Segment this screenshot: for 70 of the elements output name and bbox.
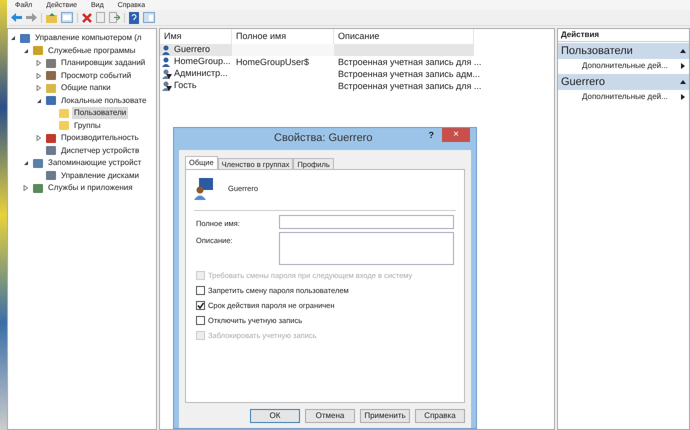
submenu-arrow-icon	[681, 63, 685, 69]
forward-arrow-icon[interactable]	[26, 13, 37, 22]
tree-node-icon	[46, 84, 56, 93]
dialog-button[interactable]: ОК	[250, 409, 300, 423]
text-field[interactable]	[279, 215, 454, 229]
properties-icon[interactable]	[96, 12, 105, 23]
submenu-arrow-icon	[681, 94, 685, 100]
tree-item[interactable]: Общие папки	[59, 82, 113, 94]
tree-item[interactable]: Служебные программы	[46, 44, 138, 57]
collapse-icon[interactable]	[10, 35, 17, 42]
delete-icon[interactable]	[82, 12, 92, 22]
tree-item[interactable]: Диспетчер устройств	[59, 144, 142, 157]
tree-node-icon	[46, 171, 56, 180]
panel-icon[interactable]	[61, 12, 73, 23]
dialog-button[interactable]: Отмена	[305, 409, 355, 423]
tree-node-icon	[46, 58, 56, 68]
tree-node-icon	[33, 184, 43, 193]
tree-item[interactable]: Группы	[72, 120, 103, 132]
tree-node-icon	[46, 96, 56, 106]
back-arrow-icon[interactable]	[11, 13, 22, 22]
list-row-name[interactable]: Guerrero	[160, 44, 232, 56]
tree-item[interactable]: Службы и приложения	[46, 182, 135, 194]
close-button[interactable]: ×	[442, 128, 470, 142]
list-row-name[interactable]: HomeGroup...	[160, 56, 232, 68]
tree-item[interactable]: Пользователи	[72, 107, 128, 120]
expand-icon[interactable]	[36, 72, 43, 79]
help-button[interactable]: ?	[428, 130, 434, 140]
help-icon[interactable]	[129, 12, 139, 24]
actions-section-header[interactable]: Guerrero	[558, 74, 689, 90]
expand-icon[interactable]	[23, 185, 30, 192]
tree-item[interactable]: Управление дисками	[59, 170, 141, 182]
tree-node-icon	[33, 158, 43, 168]
collapse-icon[interactable]	[680, 49, 686, 53]
tree-item[interactable]: Локальные пользовате	[59, 94, 148, 107]
tree-node-icon	[20, 34, 30, 43]
expand-icon[interactable]	[36, 135, 43, 142]
checkbox[interactable]	[196, 286, 205, 296]
action-link[interactable]: Дополнительные дей...	[558, 90, 689, 104]
checkbox[interactable]	[196, 301, 205, 310]
dialog-title: Свойства: Guerrero	[274, 132, 372, 145]
dialog-button[interactable]: Справка	[415, 409, 465, 423]
tree-item[interactable]: Планировщик заданий	[59, 57, 148, 70]
tree-node-icon	[33, 46, 43, 56]
actions-section-header[interactable]: Пользователи	[558, 43, 689, 59]
table-cell: Встроенная учетная запись для ...	[338, 56, 482, 68]
dialog-button[interactable]: Применить	[360, 409, 410, 423]
tree-item[interactable]: Управление компьютером (л	[33, 32, 144, 44]
collapse-icon[interactable]	[23, 48, 30, 54]
tree-item[interactable]: Производительность	[59, 132, 141, 144]
expand-icon[interactable]	[36, 60, 43, 66]
collapse-icon[interactable]	[680, 80, 686, 84]
actions-title: Действия	[558, 29, 689, 42]
text-field[interactable]	[279, 232, 454, 266]
tree-node-icon	[46, 134, 56, 143]
tree-item[interactable]: Просмотр событий	[59, 70, 134, 82]
collapse-icon[interactable]	[23, 160, 30, 166]
user-computer-icon	[194, 178, 214, 200]
table-cell: Встроенная учетная запись для ...	[338, 80, 482, 92]
expand-icon[interactable]	[36, 85, 43, 92]
tree-node-icon	[46, 146, 56, 156]
action-link[interactable]: Дополнительные дей...	[558, 59, 689, 73]
tree-node-icon	[46, 71, 56, 80]
table-cell: HomeGroupUser$	[236, 56, 310, 68]
folder-up-icon[interactable]	[46, 12, 57, 22]
tree-item[interactable]: Запоминающие устройст	[46, 157, 144, 170]
checkbox[interactable]	[196, 316, 205, 326]
panel-icon[interactable]	[143, 12, 155, 23]
collapse-icon[interactable]	[36, 98, 43, 104]
table-cell: Встроенная учетная запись адм...	[338, 68, 480, 80]
export-icon[interactable]	[109, 12, 120, 23]
